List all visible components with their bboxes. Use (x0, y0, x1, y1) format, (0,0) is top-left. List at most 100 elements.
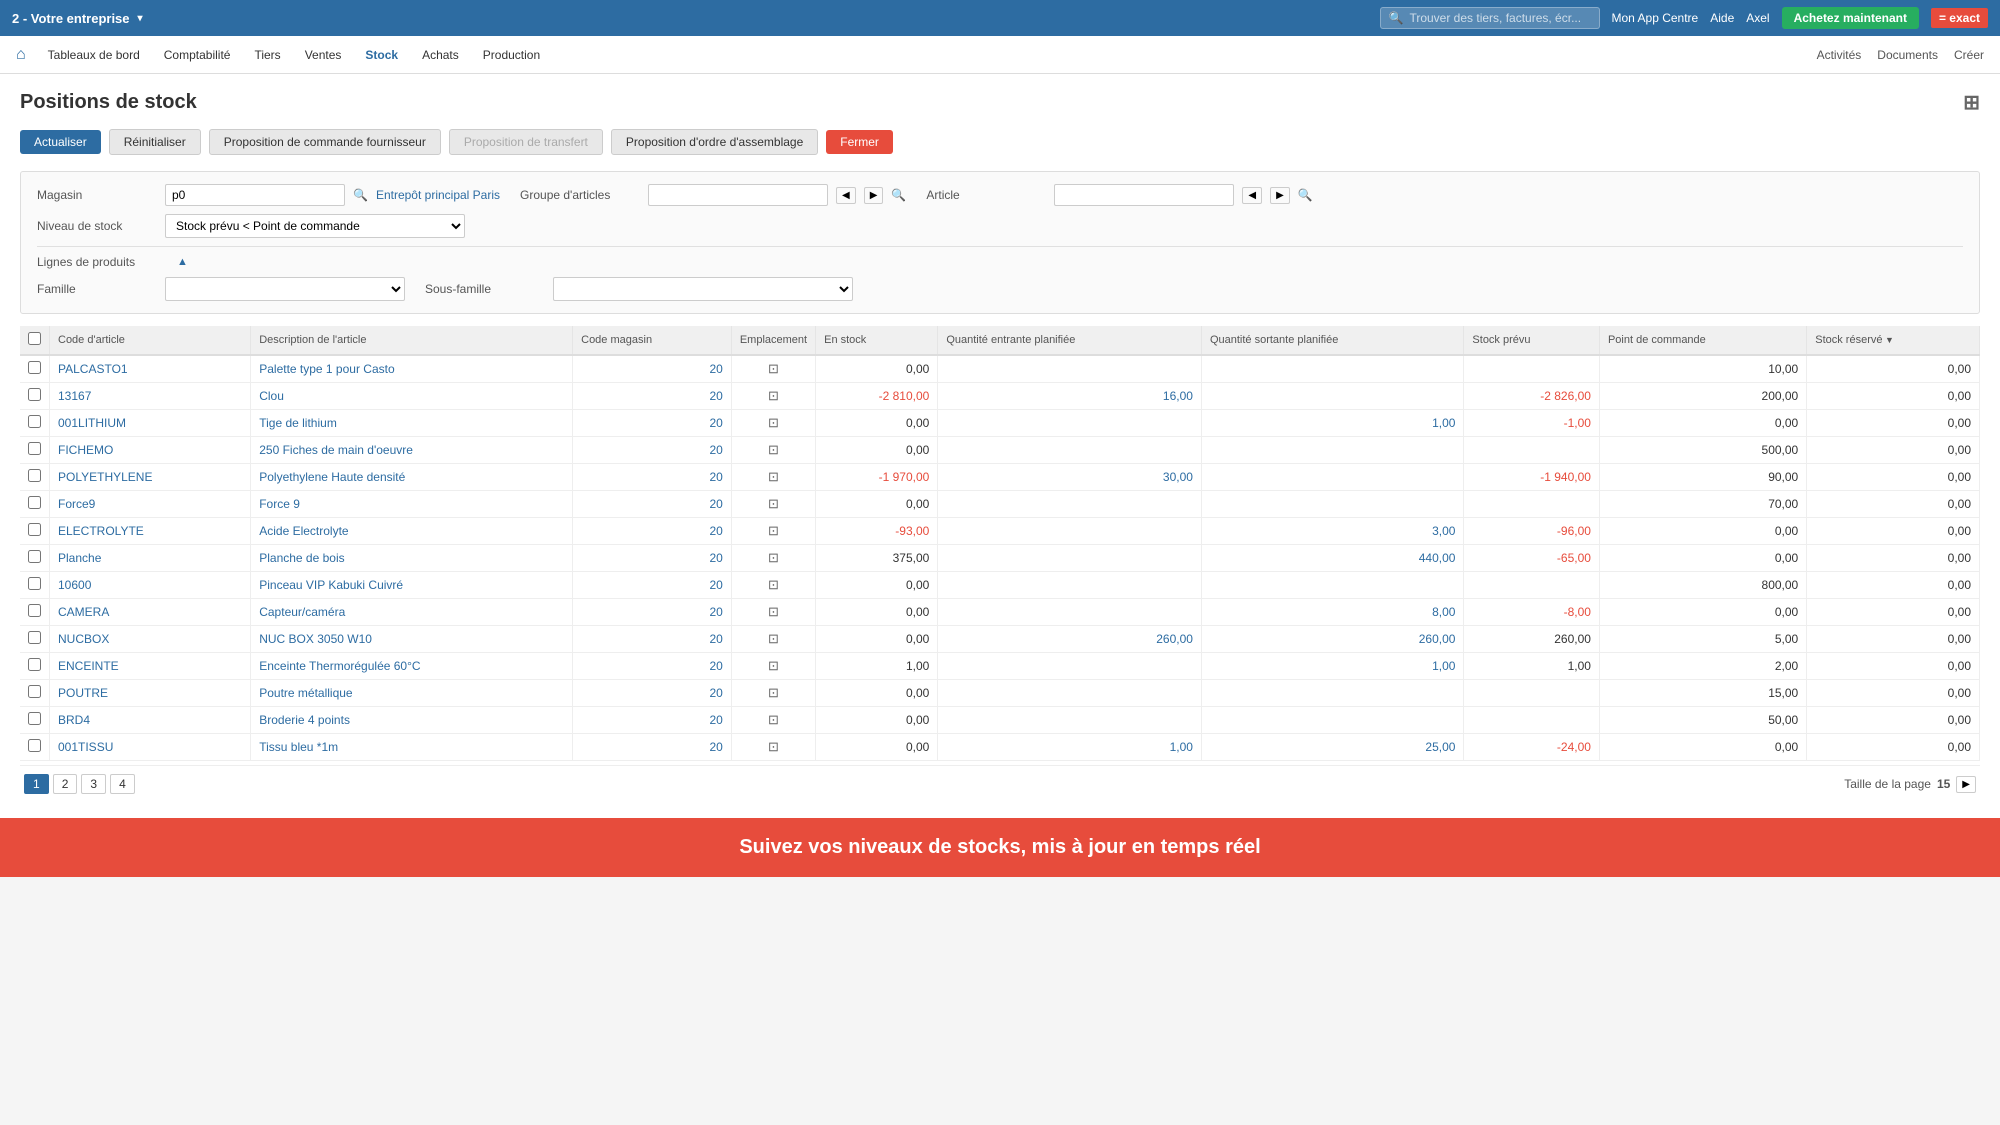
row-code[interactable]: PALCASTO1 (50, 355, 251, 383)
page-3-btn[interactable]: 3 (81, 774, 106, 794)
row-code[interactable]: 001TISSU (50, 734, 251, 761)
article-prev-btn[interactable]: ◀ (1242, 187, 1262, 204)
row-checkbox[interactable] (28, 361, 41, 374)
row-emplacement[interactable]: ⊡ (731, 734, 815, 761)
row-desc[interactable]: 250 Fiches de main d'oeuvre (251, 437, 573, 464)
row-mag[interactable]: 20 (573, 734, 732, 761)
row-code[interactable]: BRD4 (50, 707, 251, 734)
row-checkbox-cell[interactable] (20, 572, 50, 599)
groupe-search-icon[interactable]: 🔍 (891, 188, 906, 202)
row-checkbox[interactable] (28, 685, 41, 698)
row-desc[interactable]: Polyethylene Haute densité (251, 464, 573, 491)
row-mag[interactable]: 20 (573, 653, 732, 680)
row-checkbox-cell[interactable] (20, 383, 50, 410)
row-emplacement[interactable]: ⊡ (731, 464, 815, 491)
row-code[interactable]: ELECTROLYTE (50, 518, 251, 545)
row-checkbox-cell[interactable] (20, 410, 50, 437)
row-checkbox[interactable] (28, 496, 41, 509)
row-mag[interactable]: 20 (573, 680, 732, 707)
row-desc[interactable]: Broderie 4 points (251, 707, 573, 734)
row-emplacement[interactable]: ⊡ (731, 383, 815, 410)
row-code[interactable]: POUTRE (50, 680, 251, 707)
row-desc[interactable]: Capteur/caméra (251, 599, 573, 626)
row-code[interactable]: Planche (50, 545, 251, 572)
emplacement-icon[interactable]: ⊡ (768, 361, 779, 376)
row-checkbox-cell[interactable] (20, 734, 50, 761)
actualiser-button[interactable]: Actualiser (20, 130, 101, 154)
magasin-link[interactable]: Entrepôt principal Paris (376, 188, 500, 202)
menu-ventes[interactable]: Ventes (295, 48, 352, 62)
row-mag[interactable]: 20 (573, 707, 732, 734)
emplacement-icon[interactable]: ⊡ (768, 415, 779, 430)
row-mag[interactable]: 20 (573, 599, 732, 626)
page-size-next-btn[interactable]: ▶ (1956, 776, 1976, 793)
row-desc[interactable]: Clou (251, 383, 573, 410)
row-desc[interactable]: Force 9 (251, 491, 573, 518)
row-emplacement[interactable]: ⊡ (731, 626, 815, 653)
row-desc[interactable]: Planche de bois (251, 545, 573, 572)
article-search-icon[interactable]: 🔍 (1298, 188, 1313, 202)
row-mag[interactable]: 20 (573, 410, 732, 437)
documents-link[interactable]: Documents (1877, 48, 1938, 62)
row-emplacement[interactable]: ⊡ (731, 518, 815, 545)
row-mag[interactable]: 20 (573, 437, 732, 464)
row-desc[interactable]: Tige de lithium (251, 410, 573, 437)
row-mag[interactable]: 20 (573, 518, 732, 545)
search-input[interactable] (1409, 11, 1589, 25)
row-checkbox[interactable] (28, 415, 41, 428)
row-emplacement[interactable]: ⊡ (731, 680, 815, 707)
row-code[interactable]: 13167 (50, 383, 251, 410)
prop-commande-button[interactable]: Proposition de commande fournisseur (209, 129, 441, 155)
emplacement-icon[interactable]: ⊡ (768, 577, 779, 592)
row-emplacement[interactable]: ⊡ (731, 545, 815, 572)
emplacement-icon[interactable]: ⊡ (768, 658, 779, 673)
creer-link[interactable]: Créer (1954, 48, 1984, 62)
row-mag[interactable]: 20 (573, 491, 732, 518)
row-checkbox-cell[interactable] (20, 491, 50, 518)
menu-tableaux[interactable]: Tableaux de bord (38, 48, 150, 62)
emplacement-icon[interactable]: ⊡ (768, 388, 779, 403)
row-checkbox-cell[interactable] (20, 599, 50, 626)
row-desc[interactable]: Acide Electrolyte (251, 518, 573, 545)
row-code[interactable]: NUCBOX (50, 626, 251, 653)
global-search[interactable]: 🔍 (1380, 7, 1600, 29)
groupe-next-btn[interactable]: ▶ (864, 187, 884, 204)
menu-achats[interactable]: Achats (412, 48, 469, 62)
prop-transfert-button[interactable]: Proposition de transfert (449, 129, 603, 155)
row-checkbox[interactable] (28, 442, 41, 455)
row-checkbox-cell[interactable] (20, 464, 50, 491)
home-icon[interactable]: ⌂ (16, 46, 26, 64)
emplacement-icon[interactable]: ⊡ (768, 550, 779, 565)
row-checkbox[interactable] (28, 739, 41, 752)
row-desc[interactable]: Enceinte Thermorégulée 60°C (251, 653, 573, 680)
row-code[interactable]: POLYETHYLENE (50, 464, 251, 491)
row-desc[interactable]: NUC BOX 3050 W10 (251, 626, 573, 653)
row-code[interactable]: 001LITHIUM (50, 410, 251, 437)
row-code[interactable]: FICHEMO (50, 437, 251, 464)
row-emplacement[interactable]: ⊡ (731, 599, 815, 626)
menu-tiers[interactable]: Tiers (244, 48, 290, 62)
row-emplacement[interactable]: ⊡ (731, 355, 815, 383)
page-1-btn[interactable]: 1 (24, 774, 49, 794)
sous-famille-select[interactable] (553, 277, 853, 301)
row-checkbox-cell[interactable] (20, 437, 50, 464)
row-checkbox[interactable] (28, 577, 41, 590)
row-emplacement[interactable]: ⊡ (731, 410, 815, 437)
emplacement-icon[interactable]: ⊡ (768, 631, 779, 646)
layout-icon[interactable]: ⊞ (1963, 90, 1980, 115)
emplacement-icon[interactable]: ⊡ (768, 442, 779, 457)
row-desc[interactable]: Pinceau VIP Kabuki Cuivré (251, 572, 573, 599)
row-desc[interactable]: Palette type 1 pour Casto (251, 355, 573, 383)
row-emplacement[interactable]: ⊡ (731, 437, 815, 464)
row-code[interactable]: CAMERA (50, 599, 251, 626)
row-desc[interactable]: Poutre métallique (251, 680, 573, 707)
row-checkbox[interactable] (28, 523, 41, 536)
famille-select[interactable] (165, 277, 405, 301)
row-checkbox-cell[interactable] (20, 653, 50, 680)
row-checkbox[interactable] (28, 469, 41, 482)
prop-assemblage-button[interactable]: Proposition d'ordre d'assemblage (611, 129, 818, 155)
row-checkbox-cell[interactable] (20, 545, 50, 572)
col-stock-reserve[interactable]: Stock réservé (1807, 326, 1980, 355)
row-checkbox-cell[interactable] (20, 707, 50, 734)
row-checkbox-cell[interactable] (20, 518, 50, 545)
